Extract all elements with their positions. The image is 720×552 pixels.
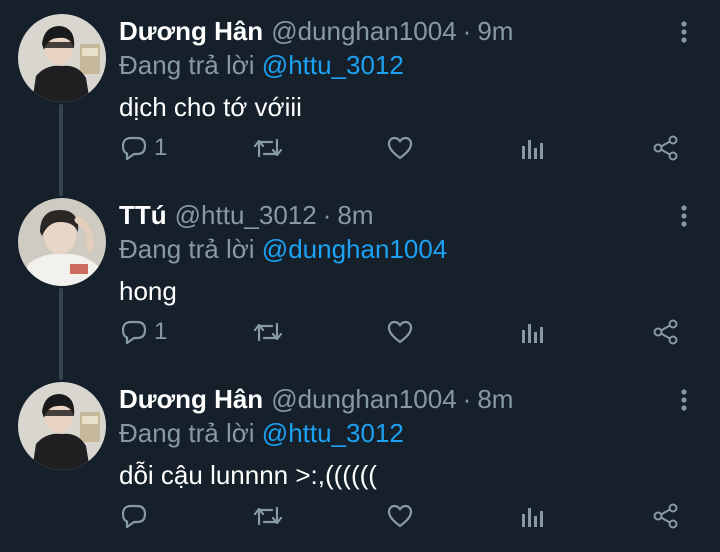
- analytics-icon: [520, 318, 546, 346]
- replying-to-line: Đang trả lời @httu_3012: [119, 418, 404, 449]
- timestamp[interactable]: 9m: [477, 16, 513, 47]
- mention-link[interactable]: @httu_3012: [262, 50, 404, 80]
- replying-to-line: Đang trả lời @httu_3012: [119, 50, 404, 81]
- avatar[interactable]: [18, 382, 106, 470]
- tweet-text: dịch cho tớ vớiii: [119, 92, 302, 122]
- reply-icon: [120, 134, 148, 162]
- retweet-icon: [252, 502, 284, 530]
- display-name[interactable]: TTú: [119, 200, 167, 231]
- like-button[interactable]: [386, 496, 414, 536]
- analytics-button[interactable]: [520, 496, 546, 536]
- share-button[interactable]: [652, 128, 680, 168]
- replying-to-line: Đang trả lời @dunghan1004: [119, 234, 447, 265]
- more-icon[interactable]: [672, 202, 696, 230]
- display-name[interactable]: Dương Hân: [119, 384, 263, 415]
- user-handle[interactable]: @httu_3012: [175, 200, 317, 231]
- tweet-text: dỗi cậu lunnnn >:,((((((: [119, 460, 377, 490]
- timestamp[interactable]: 8m: [477, 384, 513, 415]
- retweet-button[interactable]: [252, 128, 284, 168]
- analytics-button[interactable]: [520, 312, 546, 352]
- avatar-image: [18, 14, 106, 102]
- tweet-actions: 1: [0, 128, 720, 168]
- retweet-icon: [252, 318, 284, 346]
- share-icon: [652, 134, 680, 162]
- analytics-button[interactable]: [520, 128, 546, 168]
- share-icon: [652, 318, 680, 346]
- retweet-button[interactable]: [252, 496, 284, 536]
- mention-link[interactable]: @httu_3012: [262, 418, 404, 448]
- like-icon: [386, 502, 414, 530]
- separator-dot: ·: [462, 383, 472, 414]
- tweet-header: TTú @httu_3012 · 8m: [119, 198, 374, 232]
- replying-to-label: Đang trả lời: [119, 234, 255, 264]
- tweet-header: Dương Hân @dunghan1004 · 9m: [119, 14, 513, 48]
- analytics-icon: [520, 134, 546, 162]
- avatar-image: [18, 382, 106, 470]
- like-button[interactable]: [386, 128, 414, 168]
- user-handle[interactable]: @dunghan1004: [271, 384, 456, 415]
- tweet-actions: [0, 496, 720, 536]
- share-button[interactable]: [652, 312, 680, 352]
- reply-thread: Dương Hân @dunghan1004 · 9m Đang trả lời…: [0, 0, 720, 548]
- user-handle[interactable]: @dunghan1004: [271, 16, 456, 47]
- reply-icon: [120, 502, 148, 530]
- display-name[interactable]: Dương Hân: [119, 16, 263, 47]
- avatar[interactable]: [18, 14, 106, 102]
- replying-to-label: Đang trả lời: [119, 50, 255, 80]
- more-icon[interactable]: [672, 18, 696, 46]
- like-icon: [386, 318, 414, 346]
- tweet-text: hong: [119, 276, 177, 306]
- avatar-image: [18, 198, 106, 286]
- tweet[interactable]: Dương Hân @dunghan1004 · 9m Đang trả lời…: [0, 0, 720, 184]
- reply-count: 1: [154, 134, 168, 161]
- separator-dot: ·: [322, 199, 332, 230]
- share-icon: [652, 502, 680, 530]
- reply-count: 1: [154, 318, 168, 345]
- share-button[interactable]: [652, 496, 680, 536]
- separator-dot: ·: [462, 15, 472, 46]
- retweet-button[interactable]: [252, 312, 284, 352]
- mention-link[interactable]: @dunghan1004: [262, 234, 447, 264]
- reply-button[interactable]: 1: [120, 312, 167, 352]
- reply-button[interactable]: [120, 496, 154, 536]
- tweet-header: Dương Hân @dunghan1004 · 8m: [119, 382, 513, 416]
- replying-to-label: Đang trả lời: [119, 418, 255, 448]
- analytics-icon: [520, 502, 546, 530]
- timestamp[interactable]: 8m: [337, 200, 373, 231]
- like-icon: [386, 134, 414, 162]
- reply-icon: [120, 318, 148, 346]
- tweet[interactable]: TTú @httu_3012 · 8m Đang trả lời @dungha…: [0, 184, 720, 368]
- retweet-icon: [252, 134, 284, 162]
- avatar[interactable]: [18, 198, 106, 286]
- more-icon[interactable]: [672, 386, 696, 414]
- reply-button[interactable]: 1: [120, 128, 167, 168]
- tweet[interactable]: Dương Hân @dunghan1004 · 8m Đang trả lời…: [0, 368, 720, 552]
- like-button[interactable]: [386, 312, 414, 352]
- tweet-actions: 1: [0, 312, 720, 352]
